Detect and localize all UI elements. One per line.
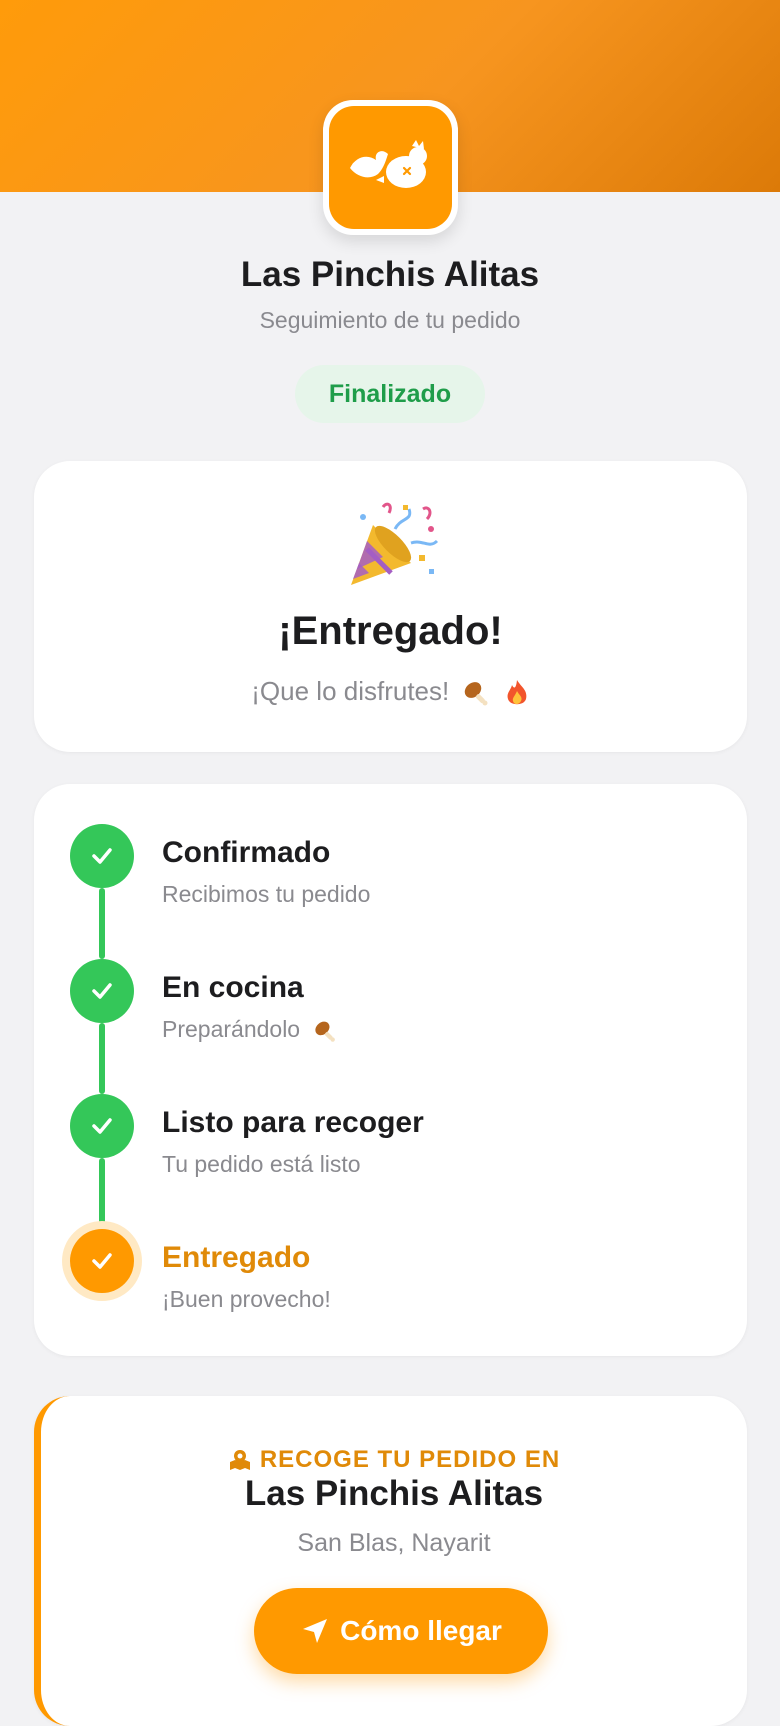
delivered-card: ¡Entregado! ¡Que lo disfrutes! [34,461,747,752]
step-description: Preparándolo [162,1016,337,1043]
pickup-location-name: Las Pinchis Alitas [244,1474,544,1513]
fire-icon [507,680,527,705]
step-description-text: Preparándolo [162,1016,301,1042]
step-complete-indicator [70,1094,134,1158]
progress-step-kitchen: En cocina Preparándolo [34,919,747,1094]
step-title: Confirmado [162,836,331,869]
directions-button-label: Cómo llegar [340,1615,502,1646]
party-popper-icon [350,502,438,585]
brand-logo [323,100,458,235]
step-active-indicator [70,1229,134,1293]
step-description: Recibimos tu pedido [162,881,371,907]
delivered-title: ¡Entregado! [278,609,503,653]
step-title: En cocina [162,971,304,1004]
check-icon [92,983,112,999]
check-icon [92,848,112,864]
step-title: Entregado [162,1241,311,1274]
pickup-label: RECOGE TU PEDIDO EN [41,1446,747,1474]
step-complete-indicator [70,824,134,888]
navigation-arrow-icon [303,1619,328,1643]
step-description: ¡Buen provecho! [162,1286,331,1312]
order-progress-card: Confirmado Recibimos tu pedido En cocina… [34,784,747,1356]
pickup-label-text: RECOGE TU PEDIDO EN [259,1446,561,1473]
pickup-address: San Blas, Nayarit [297,1529,491,1557]
chicken-wings-icon [349,139,427,188]
progress-step-delivered: Entregado ¡Buen provecho! [34,1189,747,1324]
status-badge: Finalizado [295,365,485,423]
step-complete-indicator [70,959,134,1023]
step-description: Tu pedido está listo [162,1151,361,1177]
step-title: Listo para recoger [162,1106,424,1139]
progress-step-ready: Listo para recoger Tu pedido está listo [34,1054,747,1229]
brand-name: Las Pinchis Alitas [240,255,540,294]
directions-button[interactable]: Cómo llegar [254,1588,548,1674]
delivered-message: ¡Que lo disfrutes! [34,676,747,707]
delivered-message-text: ¡Que lo disfrutes! [251,676,450,706]
drumstick-icon [465,682,488,706]
check-icon [92,1253,112,1269]
pickup-card: RECOGE TU PEDIDO EN Las Pinchis Alitas S… [34,1396,747,1726]
drumstick-icon [314,1021,335,1042]
page-subtitle: Seguimiento de tu pedido [259,307,521,333]
check-icon [92,1118,112,1134]
progress-step-confirmed: Confirmado Recibimos tu pedido [34,784,747,959]
map-pin-icon [229,1450,250,1470]
